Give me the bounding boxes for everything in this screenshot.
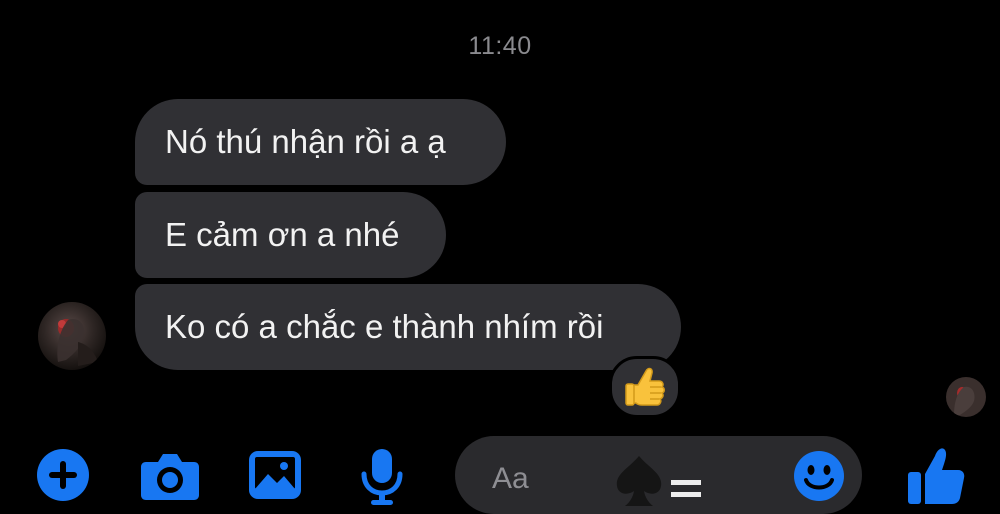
seen-avatar [946, 377, 986, 417]
microphone-button[interactable] [358, 448, 406, 511]
composer-bar: Aa [0, 430, 1000, 514]
avatar[interactable] [38, 302, 106, 370]
like-button[interactable] [906, 444, 966, 511]
emoji-icon [794, 451, 844, 501]
seen-avatar-image [946, 377, 986, 417]
message-bubble[interactable]: Nó thú nhận rồi a ạ [135, 99, 506, 185]
plus-icon [37, 449, 89, 501]
spade-watermark-icon [616, 456, 701, 506]
message-input-placeholder: Aa [492, 462, 529, 495]
message-bubble[interactable]: E cảm ơn a nhé [135, 192, 446, 278]
image-icon [249, 451, 301, 499]
message-input[interactable]: Aa [455, 436, 862, 514]
timestamp: 11:40 [468, 32, 532, 60]
reaction-badge[interactable] [609, 356, 681, 418]
thumbs-up-emoji-icon [625, 367, 665, 406]
like-icon [908, 448, 965, 504]
camera-icon [141, 454, 199, 500]
camera-button[interactable] [140, 448, 200, 507]
plus-button[interactable] [36, 448, 90, 507]
message-bubble[interactable]: Ko có a chắc e thành nhím rồi [135, 284, 681, 370]
avatar-image [38, 302, 106, 370]
image-button[interactable] [248, 448, 302, 507]
microphone-icon [361, 449, 403, 505]
emoji-button[interactable] [793, 450, 845, 507]
